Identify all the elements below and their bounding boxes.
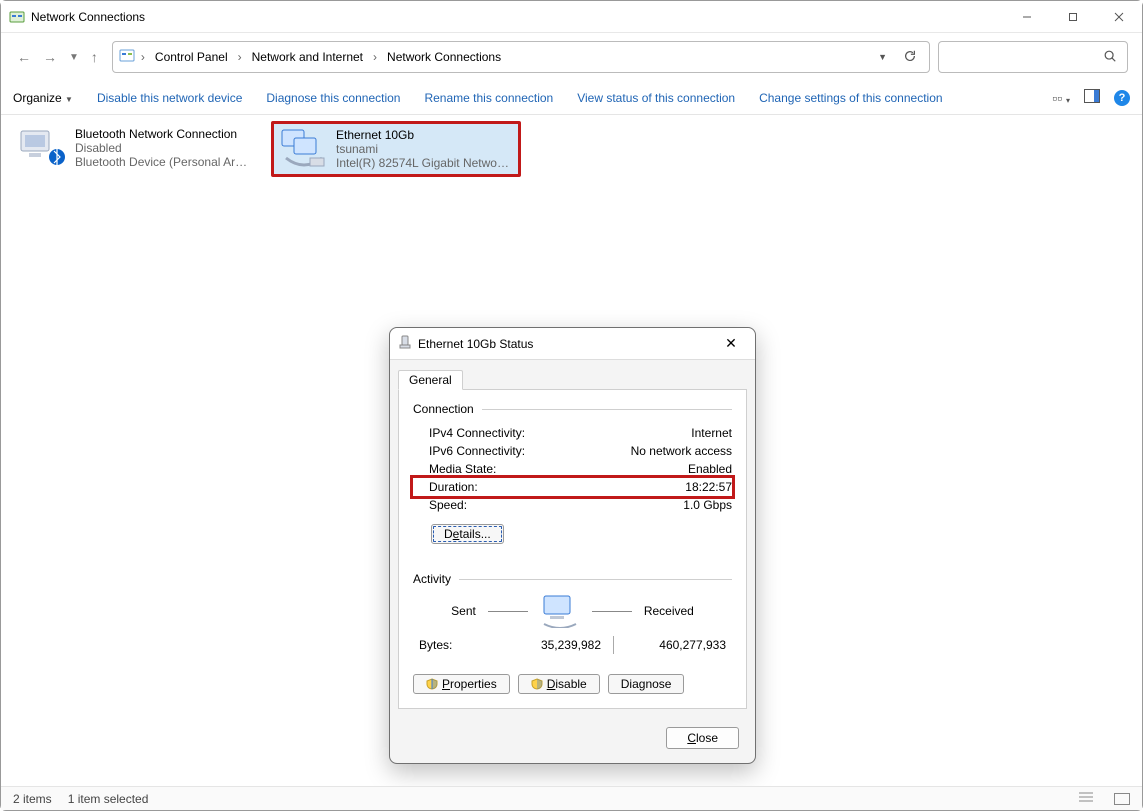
breadcrumb-network-internet[interactable]: Network and Internet — [248, 48, 367, 66]
connection-item-bluetooth[interactable]: Bluetooth Network Connection Disabled Bl… — [11, 121, 261, 177]
item-device: Intel(R) 82574L Gigabit Network C... — [336, 156, 512, 170]
item-name: Bluetooth Network Connection — [75, 127, 253, 141]
refresh-button[interactable] — [897, 49, 923, 66]
disable-button[interactable]: Disable — [518, 674, 600, 694]
help-button[interactable]: ? — [1114, 90, 1130, 106]
dialog-titlebar[interactable]: Ethernet 10Gb Status ✕ — [390, 328, 755, 360]
change-settings-button[interactable]: Change settings of this connection — [759, 91, 942, 105]
up-button[interactable]: ↑ — [91, 49, 98, 65]
content-area: Bluetooth Network Connection Disabled Bl… — [1, 115, 1142, 786]
search-icon — [1103, 49, 1117, 66]
row-ipv6: IPv6 Connectivity:No network access — [413, 442, 732, 460]
back-button[interactable]: ← — [17, 49, 31, 65]
activity-graphic: Sent Received — [413, 594, 732, 628]
diagnose-button[interactable]: Diagnose — [608, 674, 685, 694]
bluetooth-adapter-icon — [19, 127, 67, 169]
received-label: Received — [644, 604, 694, 618]
view-status-button[interactable]: View status of this connection — [577, 91, 735, 105]
shield-icon — [531, 678, 543, 690]
dialog-icon — [398, 335, 412, 352]
address-dropdown-button[interactable]: ▼ — [872, 52, 893, 62]
item-status: tsunami — [336, 142, 512, 156]
row-speed: Speed:1.0 Gbps — [413, 496, 732, 514]
breadcrumb-control-panel[interactable]: Control Panel — [151, 48, 232, 66]
preview-pane-button[interactable] — [1084, 89, 1100, 106]
item-name: Ethernet 10Gb — [336, 128, 512, 142]
bytes-sent-value: 35,239,982 — [489, 638, 613, 652]
window-icon — [9, 9, 25, 25]
dialog-footer: Close — [390, 717, 755, 763]
item-status: Disabled — [75, 141, 253, 155]
close-button[interactable]: Close — [666, 727, 739, 749]
nav-arrows: ← → ▼ ↑ — [11, 49, 104, 65]
details-view-button[interactable] — [1078, 791, 1094, 806]
rename-connection-button[interactable]: Rename this connection — [424, 91, 553, 105]
action-button-row: Properties Disable Diagnose — [413, 674, 732, 694]
item-device: Bluetooth Device (Personal Area ... — [75, 155, 253, 169]
details-button[interactable]: Details... — [431, 524, 504, 544]
tab-general[interactable]: General — [398, 370, 463, 390]
address-bar[interactable]: › Control Panel › Network and Internet ›… — [112, 41, 930, 73]
search-box[interactable] — [938, 41, 1128, 73]
organize-menu[interactable]: Organize ▼ — [13, 91, 73, 105]
maximize-button[interactable] — [1050, 1, 1096, 33]
chevron-right-icon[interactable]: › — [236, 50, 244, 64]
dialog-close-button[interactable]: ✕ — [715, 335, 747, 352]
group-activity: Activity — [413, 572, 732, 586]
chevron-right-icon[interactable]: › — [139, 50, 147, 64]
bytes-received-value: 460,277,933 — [614, 638, 726, 652]
status-item-count: 2 items — [13, 792, 52, 806]
properties-button[interactable]: Properties — [413, 674, 510, 694]
network-monitor-icon — [540, 594, 580, 628]
command-toolbar: Organize ▼ Disable this network device D… — [1, 81, 1142, 115]
ethernet-adapter-icon — [280, 128, 328, 170]
breadcrumb-network-connections[interactable]: Network Connections — [383, 48, 505, 66]
disable-device-button[interactable]: Disable this network device — [97, 91, 242, 105]
tab-strip: General — [398, 366, 747, 390]
row-duration: Duration:18:22:57 — [413, 478, 732, 496]
group-connection: Connection — [413, 402, 732, 416]
row-bytes: Bytes: 35,239,982 460,277,933 — [413, 636, 732, 654]
status-dialog: Ethernet 10Gb Status ✕ General Connectio… — [389, 327, 756, 764]
forward-button[interactable]: → — [43, 49, 57, 65]
shield-icon — [426, 678, 438, 690]
row-ipv4: IPv4 Connectivity:Internet — [413, 424, 732, 442]
recent-locations-button[interactable]: ▼ — [69, 52, 79, 63]
dialog-title: Ethernet 10Gb Status — [418, 337, 709, 351]
chevron-right-icon[interactable]: › — [371, 50, 379, 64]
close-window-button[interactable] — [1096, 1, 1142, 33]
dialog-body: Connection IPv4 Connectivity:Internet IP… — [398, 390, 747, 709]
control-panel-icon — [119, 48, 135, 67]
window-title: Network Connections — [31, 10, 1004, 24]
diagnose-connection-button[interactable]: Diagnose this connection — [266, 91, 400, 105]
large-icons-view-button[interactable] — [1114, 793, 1130, 805]
status-selected-count: 1 item selected — [68, 792, 149, 806]
navigation-row: ← → ▼ ↑ › Control Panel › Network and In… — [1, 33, 1142, 81]
connection-item-ethernet[interactable]: Ethernet 10Gb tsunami Intel(R) 82574L Gi… — [271, 121, 521, 177]
sent-label: Sent — [451, 604, 476, 618]
status-bar: 2 items 1 item selected — [1, 786, 1142, 810]
minimize-button[interactable] — [1004, 1, 1050, 33]
titlebar: Network Connections — [1, 1, 1142, 33]
view-options-button[interactable]: ▫▫ ▾ — [1052, 90, 1070, 106]
row-media-state: Media State:Enabled — [413, 460, 732, 478]
